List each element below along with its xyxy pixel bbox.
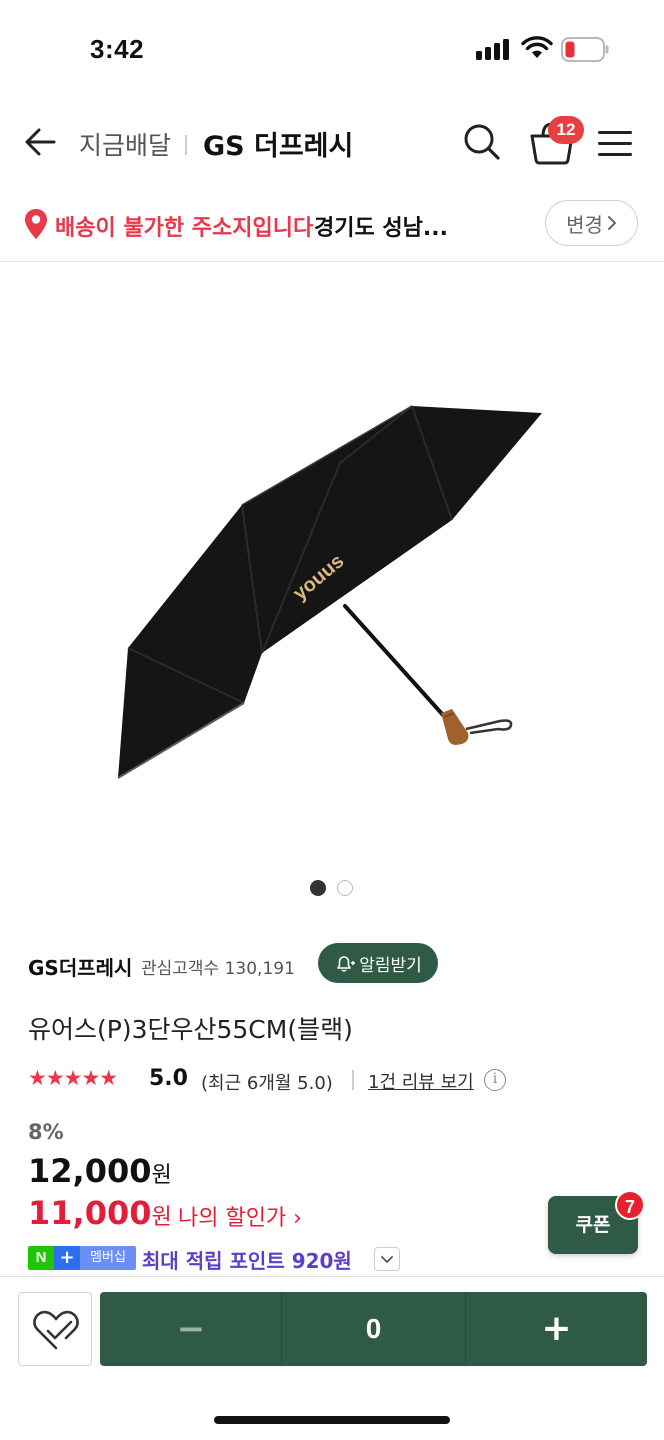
original-price: 12,000원 xyxy=(28,1152,172,1190)
quantity-stepper: − 0 + xyxy=(100,1292,647,1366)
discount-rate: 8% xyxy=(28,1120,64,1144)
chevron-down-icon xyxy=(381,1256,393,1264)
delivery-warning-text: 배송이 불가한 주소지입니다 xyxy=(55,216,314,241)
carousel-dot-active[interactable] xyxy=(310,880,326,896)
address-text: 경기도 성남... xyxy=(314,216,448,241)
bell-plus-icon xyxy=(337,956,356,972)
seller-follower-count: 관심고객수 130,191 xyxy=(141,959,295,979)
subscribe-alert-label: 알림받기 xyxy=(359,955,422,976)
hamburger-menu-icon[interactable] xyxy=(598,124,636,160)
nav-divider xyxy=(185,135,187,155)
rating-divider xyxy=(352,1070,354,1090)
cart-count-badge: 12 xyxy=(548,116,584,144)
location-pin-icon xyxy=(25,209,47,239)
cellular-signal-icon xyxy=(476,38,510,60)
my-discount-price-link[interactable]: 나의 할인가 › xyxy=(178,1200,302,1232)
product-title: 유어스(P)3단우산55CM(블랙) xyxy=(28,1015,353,1044)
delivery-address-bar: 배송이 불가한 주소지입니다 경기도 성남... 변경 xyxy=(0,190,664,262)
product-image[interactable]: youus xyxy=(0,263,664,863)
back-arrow-icon[interactable] xyxy=(20,122,60,162)
subscribe-alert-button[interactable]: 알림받기 xyxy=(318,943,438,983)
currency-label: 원 xyxy=(151,1205,172,1230)
search-icon[interactable] xyxy=(460,120,504,164)
battery-low-icon xyxy=(561,37,609,62)
currency-label: 원 xyxy=(151,1163,172,1188)
expand-points-button[interactable] xyxy=(374,1247,400,1271)
naver-n-icon: N xyxy=(28,1246,54,1270)
info-icon[interactable]: i xyxy=(484,1069,506,1091)
recent-rating: (최근 6개월 5.0) xyxy=(201,1073,333,1094)
home-indicator xyxy=(214,1416,450,1424)
change-address-label: 변경 xyxy=(566,212,603,237)
star-rating-icon: ★★★★★ xyxy=(28,1066,118,1090)
carousel-dot[interactable] xyxy=(337,880,353,896)
rating-row: ★★★★★ 5.0 (최근 6개월 5.0) 1건 리뷰 보기 i xyxy=(28,1066,648,1096)
umbrella-image: youus xyxy=(117,405,542,779)
status-time: 3:42 xyxy=(90,34,145,64)
coupon-count-badge: 7 xyxy=(615,1190,645,1220)
nav-subtitle[interactable]: 지금배달 xyxy=(79,126,171,162)
sale-price-value: 11,000 xyxy=(28,1194,152,1232)
view-reviews-link[interactable]: 1건 리뷰 보기 xyxy=(368,1068,474,1094)
wishlist-button[interactable] xyxy=(18,1292,92,1366)
decrease-quantity-button[interactable]: − xyxy=(100,1292,282,1366)
membership-badge: 멤버십 xyxy=(80,1246,136,1270)
wifi-icon xyxy=(521,36,553,58)
membership-points-row[interactable]: N + 멤버십 최대 적립 포인트 920원 xyxy=(28,1245,428,1273)
plus-icon: + xyxy=(54,1246,80,1270)
heart-check-icon xyxy=(33,1310,79,1350)
quantity-value: 0 xyxy=(365,1313,382,1344)
seller-name[interactable]: GS더프레시 xyxy=(28,952,132,981)
change-address-button[interactable]: 변경 xyxy=(545,200,638,246)
original-price-value: 12,000 xyxy=(28,1152,152,1190)
max-points-text: 최대 적립 포인트 920원 xyxy=(142,1249,352,1273)
sale-price: 11,000원 xyxy=(28,1194,172,1232)
chevron-right-icon xyxy=(607,216,617,230)
image-carousel-dots[interactable] xyxy=(310,880,360,898)
rating-score: 5.0 xyxy=(149,1066,188,1091)
status-bar: 3:42 xyxy=(0,0,664,96)
increase-quantity-button[interactable]: + xyxy=(466,1292,647,1366)
page-title[interactable]: GS 더프레시 xyxy=(203,124,353,163)
